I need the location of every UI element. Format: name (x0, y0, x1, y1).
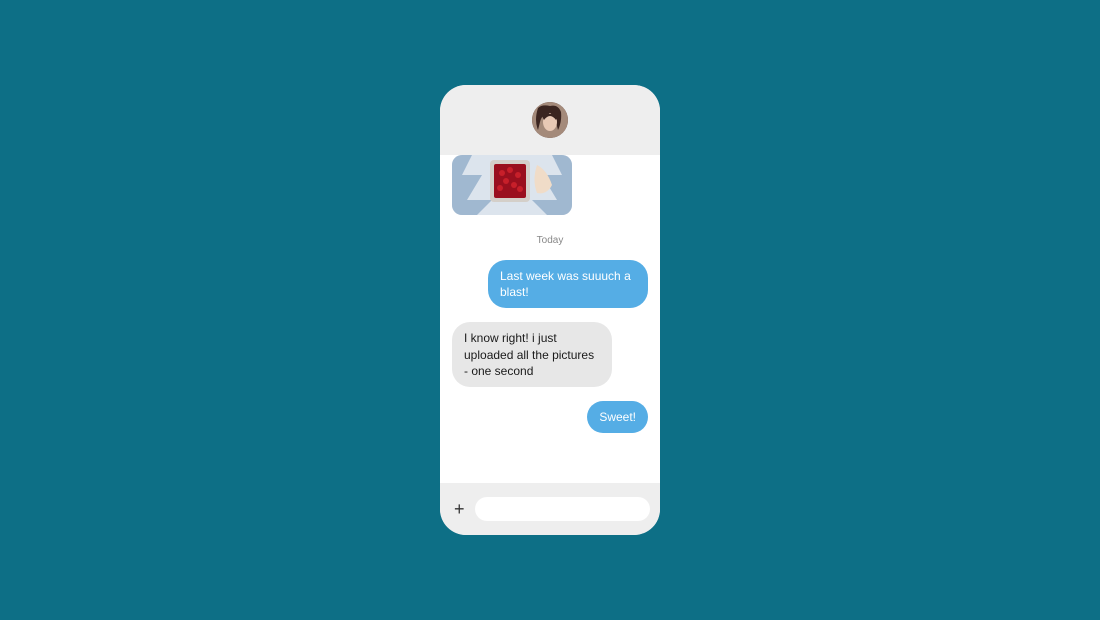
messages-area[interactable]: Today Last week was suuuch a blast! I kn… (440, 155, 660, 483)
message-input[interactable] (475, 497, 650, 521)
day-separator: Today (452, 235, 648, 246)
avatar-image (532, 102, 568, 138)
image-message[interactable] (452, 155, 572, 215)
message-bubble-outgoing[interactable]: Sweet! (587, 401, 648, 433)
phone-frame: Today Last week was suuuch a blast! I kn… (440, 85, 660, 535)
message-bubble-incoming[interactable]: I know right! i just uploaded all the pi… (452, 322, 612, 387)
attach-button[interactable]: + (454, 500, 465, 518)
photo-thumbnail (452, 155, 572, 215)
composer-bar: + (440, 483, 660, 535)
contact-avatar[interactable] (532, 102, 568, 138)
message-bubble-outgoing[interactable]: Last week was suuuch a blast! (488, 260, 648, 308)
chat-header (440, 85, 660, 155)
